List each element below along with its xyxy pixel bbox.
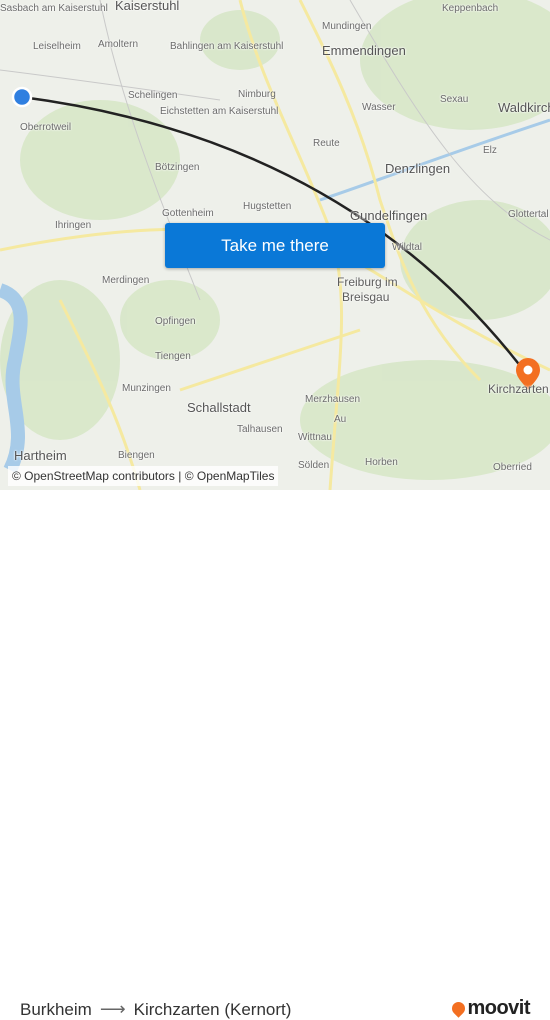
place-label: Denzlingen bbox=[385, 161, 451, 176]
place-label: Gundelfingen bbox=[350, 208, 428, 223]
place-label: Glottertal bbox=[508, 209, 549, 220]
place-label: Kirchzarten bbox=[488, 382, 549, 396]
place-label: Wasser bbox=[362, 102, 396, 113]
place-label: Wildtal bbox=[392, 242, 423, 253]
place-label: Waldkirch bbox=[498, 100, 550, 115]
moovit-pin-icon bbox=[449, 999, 469, 1018]
place-label: Keppenbach bbox=[442, 3, 499, 14]
place-label: Au bbox=[334, 414, 347, 425]
origin-marker bbox=[11, 86, 33, 108]
place-label: Sasbach am Kaiserstuhl bbox=[0, 3, 108, 14]
place-label: Ihringen bbox=[55, 220, 92, 231]
place-label: Amoltern bbox=[98, 39, 139, 50]
place-label: Eichstetten am Kaiserstuhl bbox=[160, 106, 279, 117]
arrow-right-icon: ⟶ bbox=[99, 999, 126, 1019]
place-label: Biengen bbox=[118, 450, 155, 461]
place-label: Kaiserstuhl bbox=[115, 0, 180, 13]
take-me-there-button[interactable]: Take me there bbox=[165, 223, 385, 268]
place-label: Merdingen bbox=[102, 275, 150, 286]
map-attribution[interactable]: © OpenStreetMap contributors | © OpenMap… bbox=[8, 466, 279, 486]
place-label: Schallstadt bbox=[187, 400, 251, 415]
place-label: Horben bbox=[365, 457, 398, 468]
place-label: Merzhausen bbox=[305, 394, 361, 405]
place-label: Gottenheim bbox=[162, 208, 214, 219]
route-title: Burkheim ⟶ Kirchzarten (Kernort) bbox=[20, 999, 291, 1020]
place-label: Bötzingen bbox=[155, 162, 200, 173]
map[interactable]: Kaiserstuhl Sasbach am Kaiserstuhl Leiselh… bbox=[0, 0, 550, 490]
place-label: Sölden bbox=[298, 460, 330, 471]
place-label: Leiselheim bbox=[33, 41, 81, 52]
place-label: Bahlingen am Kaiserstuhl bbox=[170, 41, 284, 52]
footer: Burkheim ⟶ Kirchzarten (Kernort) moovit bbox=[0, 490, 550, 1019]
place-label: Opfingen bbox=[155, 316, 196, 327]
place-label: Schelingen bbox=[128, 90, 178, 101]
place-label: Sexau bbox=[440, 94, 469, 105]
place-label: Emmendingen bbox=[322, 43, 406, 58]
place-label: Talhausen bbox=[237, 424, 283, 435]
place-label: Reute bbox=[313, 138, 340, 149]
place-label: Oberrotweil bbox=[20, 122, 72, 133]
moovit-logo: moovit bbox=[449, 997, 530, 1020]
place-label: Breisgau bbox=[342, 290, 390, 304]
place-label: Wittnau bbox=[298, 432, 332, 443]
place-label: Tiengen bbox=[155, 351, 191, 362]
destination-name: Kirchzarten (Kernort) bbox=[133, 999, 292, 1019]
place-label: Mundingen bbox=[322, 21, 372, 32]
place-label: Nimburg bbox=[238, 89, 276, 100]
place-label: Hugstetten bbox=[243, 201, 292, 212]
place-label: Munzingen bbox=[122, 383, 171, 394]
origin-name: Burkheim bbox=[20, 999, 92, 1019]
place-label: Elz bbox=[483, 145, 497, 156]
place-label: Freiburg im bbox=[337, 275, 398, 289]
place-label: Oberried bbox=[493, 462, 532, 473]
place-label: Hartheim bbox=[14, 448, 67, 463]
